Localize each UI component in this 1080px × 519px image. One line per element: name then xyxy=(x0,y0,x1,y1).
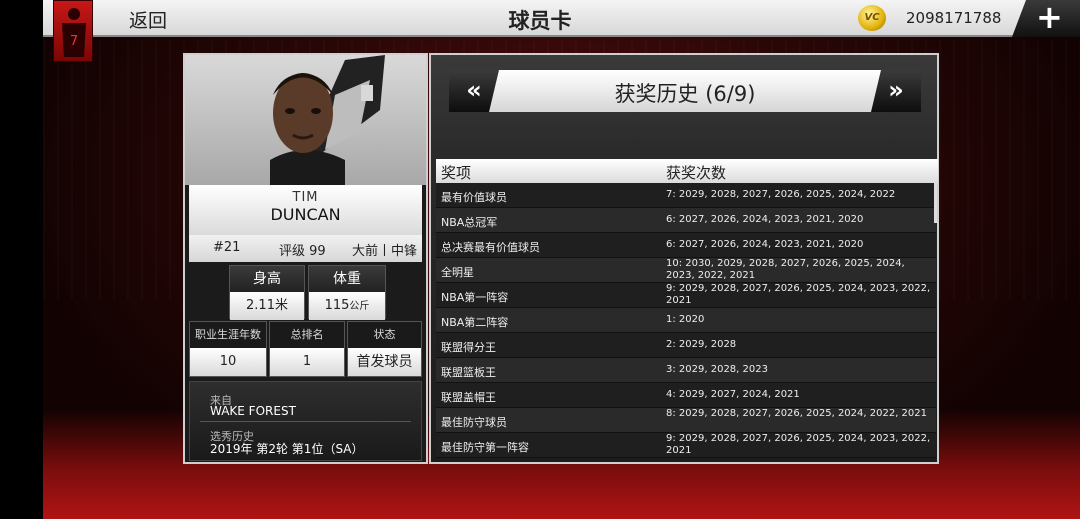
count-column-header: 获奖次数 xyxy=(666,164,727,182)
overall-rank-label: 总排名 xyxy=(290,328,324,341)
player-status-value: 首发球员 xyxy=(348,348,421,376)
table-row: 最有价值球员 7: 2029, 2028, 2027, 2026, 2025, 2… xyxy=(436,183,936,208)
table-row: 总决赛最有价值球员 6: 2027, 2026, 2024, 2023, 2021… xyxy=(436,233,936,258)
vc-coin-icon: VC xyxy=(858,5,886,31)
overall-rank: 总排名 1 xyxy=(269,321,345,377)
table-row: 最佳防守球员 8: 2029, 2028, 2027, 2026, 2025, 2… xyxy=(436,408,936,433)
weight-label: 体重 xyxy=(309,266,385,292)
height-label: 身高 xyxy=(230,266,304,292)
table-row: 联盟得分王 2: 2029, 2028 xyxy=(436,333,936,358)
player-name-plate: TIM DUNCAN xyxy=(189,185,422,235)
vc-balance: 2098171788 xyxy=(906,9,1002,27)
player-photo xyxy=(185,55,426,185)
origin-draft-info: 来自 WAKE FOREST 选秀历史 2019年 第2轮 第1位（SA） xyxy=(189,381,422,461)
draft-value: 2019年 第2轮 第1位（SA） xyxy=(210,442,364,456)
table-row: 联盟篮板王 3: 2029, 2028, 2023 xyxy=(436,358,936,383)
weight-value: 115公斤 xyxy=(309,292,385,320)
player-status: 状态 首发球员 xyxy=(347,321,422,377)
awards-table-header: 奖项 获奖次数 xyxy=(436,159,938,183)
awards-header: « 获奖历史 (6/9) » xyxy=(449,70,921,112)
jersey-icon: 7 xyxy=(62,8,86,57)
height-value: 2.11米 xyxy=(230,292,304,320)
next-page-button[interactable]: » xyxy=(871,70,921,112)
table-row: 最佳防守第一阵容 9: 2029, 2028, 2027, 2026, 2025,… xyxy=(436,433,936,458)
awards-title: 获奖历史 (6/9) xyxy=(614,82,756,106)
player-meta: #21 评级 99 大前丨中锋 xyxy=(189,235,422,262)
weight-stat: 体重 115公斤 xyxy=(308,265,386,320)
from-value: WAKE FOREST xyxy=(210,404,296,418)
award-column-header: 奖项 xyxy=(441,164,472,182)
career-years: 职业生涯年数 10 xyxy=(189,321,267,377)
career-years-value: 10 xyxy=(190,348,266,376)
awards-table[interactable]: 最有价值球员 7: 2029, 2028, 2027, 2026, 2025, 2… xyxy=(436,183,938,458)
height-stat: 身高 2.11米 xyxy=(229,265,305,320)
player-position: 大前丨中锋 xyxy=(352,244,418,259)
overall-rank-value: 1 xyxy=(270,348,344,376)
player-rating: 评级 99 xyxy=(279,244,326,259)
career-info: 职业生涯年数 10 总排名 1 状态 首发球员 xyxy=(189,321,422,377)
table-row: NBA总冠军 6: 2027, 2026, 2024, 2023, 2021, 2… xyxy=(436,208,936,233)
player-card: TIM DUNCAN #21 评级 99 大前丨中锋 身高 2.11米 体重 1… xyxy=(183,53,428,464)
divider xyxy=(200,421,411,422)
awards-panel: « 获奖历史 (6/9) » 奖项 获奖次数 最有价值球员 7: 2029, 20… xyxy=(429,53,939,464)
svg-text:7: 7 xyxy=(70,34,78,49)
player-last-name: DUNCAN xyxy=(270,205,341,224)
plus-icon: + xyxy=(1036,0,1063,36)
table-row: 联盟盖帽王 4: 2029, 2027, 2024, 2021 xyxy=(436,383,936,408)
player-number: #21 xyxy=(213,240,241,255)
table-row: NBA第一阵容 9: 2029, 2028, 2027, 2026, 2025, … xyxy=(436,283,936,308)
weight-unit: 公斤 xyxy=(349,301,370,312)
player-first-name: TIM xyxy=(292,190,319,205)
table-row: NBA第二阵容 1: 2020 xyxy=(436,308,936,333)
player-status-label: 状态 xyxy=(373,328,396,341)
table-row: 全明星 10: 2030, 2029, 2028, 2027, 2026, 202… xyxy=(436,258,936,283)
career-years-label: 职业生涯年数 xyxy=(195,328,261,341)
user-avatar[interactable]: 7 xyxy=(53,0,93,62)
awards-scrollbar[interactable] xyxy=(934,183,937,223)
